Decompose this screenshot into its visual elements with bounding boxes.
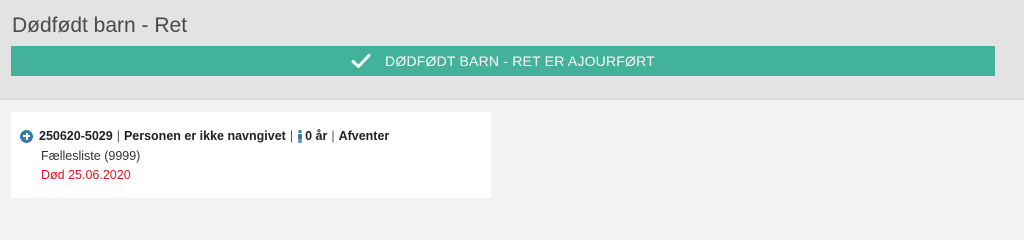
person-icon [298,129,303,143]
person-name-status: Personen er ikke navngivet [123,129,286,143]
expand-plus-icon[interactable] [20,129,33,143]
header-area: Dødfødt barn - Ret DØDFØDT BARN - RET ER… [0,0,1024,99]
person-age: 0 år [305,129,328,143]
person-cpr[interactable]: 250620-5029 [39,129,113,143]
person-card: 250620-5029 | Personen er ikke navngivet… [11,112,491,198]
success-message: DØDFØDT BARN - RET ER AJOURFØRT [385,53,655,69]
success-banner: DØDFØDT BARN - RET ER AJOURFØRT [11,46,995,76]
separator: | [116,129,120,143]
page-title: Dødfødt barn - Ret [12,14,188,37]
person-death-date: Død 25.06.2020 [41,168,131,182]
separator: | [331,129,335,143]
divider [0,99,1024,100]
checkmark-icon [351,54,371,68]
person-list: Fællesliste (9999) [41,149,141,163]
person-status: Afventer [338,129,390,143]
separator: | [289,129,294,143]
person-summary-row: 250620-5029 | Personen er ikke navngivet… [20,129,389,143]
